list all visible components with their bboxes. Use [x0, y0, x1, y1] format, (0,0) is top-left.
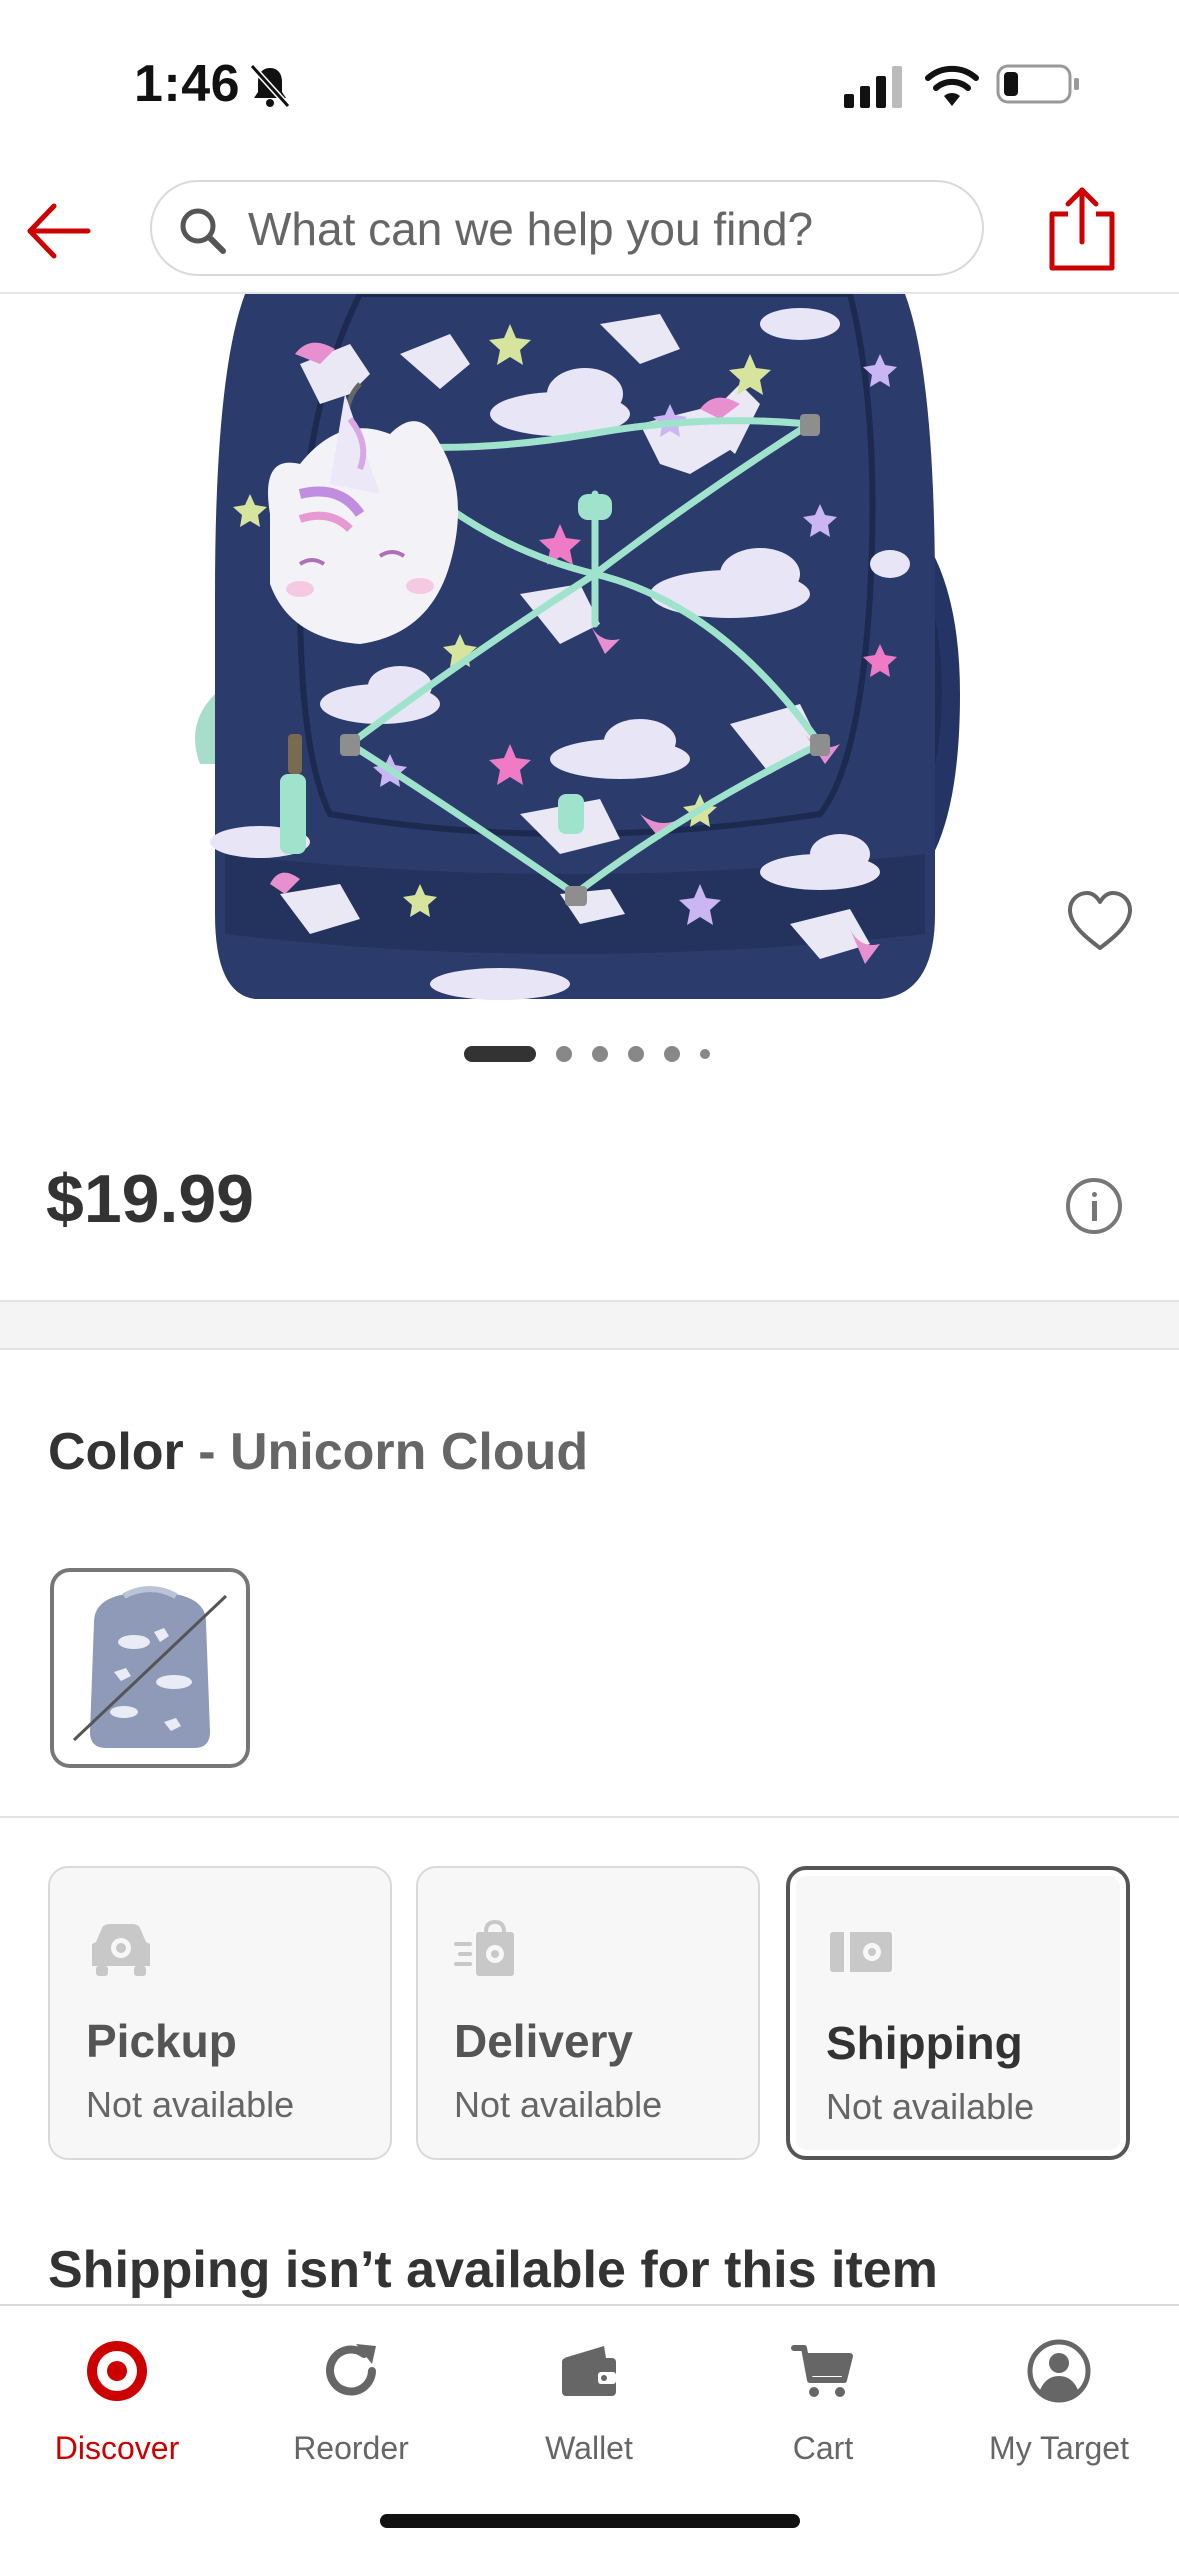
- wallet-icon: [562, 2346, 616, 2396]
- battery-icon: [996, 64, 1079, 104]
- status-time: 1:46: [134, 55, 241, 113]
- tab-discover[interactable]: Discover: [2, 2326, 232, 2476]
- account-icon: [1027, 2339, 1091, 2403]
- card-status: Not available: [826, 2086, 1035, 2127]
- card-title: Shipping: [826, 2017, 1023, 2069]
- color-swatch-unicorn-cloud[interactable]: [50, 1568, 250, 1768]
- backpack-illustration: [195, 294, 960, 1000]
- reorder-icon: [326, 2344, 376, 2396]
- tab-label: My Target: [989, 2430, 1129, 2466]
- carousel-dot[interactable]: [700, 1049, 710, 1059]
- top-header: [0, 170, 1179, 294]
- section-divider: [0, 1816, 1179, 1818]
- card-status: Not available: [454, 2084, 663, 2125]
- carousel-dot[interactable]: [556, 1046, 572, 1062]
- card-title: Pickup: [86, 2015, 237, 2067]
- tab-label: Cart: [792, 2430, 854, 2466]
- tab-label: Discover: [54, 2430, 180, 2466]
- tab-wallet[interactable]: Wallet: [474, 2326, 704, 2476]
- card-status: Not available: [86, 2084, 295, 2125]
- image-carousel-indicator[interactable]: [464, 1046, 730, 1062]
- status-bar: 1:46: [0, 0, 1179, 170]
- card-title: Delivery: [454, 2015, 634, 2067]
- fulfillment-option-delivery[interactable]: Delivery Not available: [416, 1866, 760, 2160]
- carousel-dot[interactable]: [464, 1046, 536, 1062]
- color-value: Unicorn Cloud: [229, 1423, 589, 1481]
- delivery-bag-icon: [454, 1919, 514, 1976]
- tab-reorder[interactable]: Reorder: [236, 2326, 466, 2476]
- favorite-heart-icon[interactable]: [1064, 888, 1136, 954]
- search-bar[interactable]: [150, 180, 984, 276]
- wifi-icon: [925, 65, 979, 106]
- home-indicator[interactable]: [380, 2514, 800, 2528]
- product-price: $19.99: [46, 1161, 254, 1237]
- tab-my-target[interactable]: My Target: [944, 2326, 1174, 2476]
- tab-label: Wallet: [545, 2430, 633, 2466]
- cellular-signal-icon: [844, 66, 902, 108]
- share-icon[interactable]: [1046, 184, 1118, 272]
- fulfillment-option-pickup[interactable]: Pickup Not available: [48, 1866, 392, 2160]
- carousel-dot[interactable]: [664, 1046, 680, 1062]
- silent-bell-icon: [249, 63, 291, 109]
- shipping-unavailable-message: Shipping isn’t available for this item: [48, 2241, 938, 2299]
- pickup-car-icon: [92, 1924, 150, 1976]
- color-separator: -: [183, 1423, 230, 1481]
- color-heading: Color - Unicorn Cloud: [48, 1422, 588, 1482]
- info-icon[interactable]: [1066, 1178, 1122, 1234]
- carousel-dot[interactable]: [628, 1046, 644, 1062]
- section-divider: [0, 1300, 1179, 1350]
- cart-icon: [791, 2345, 853, 2397]
- carousel-dot[interactable]: [592, 1046, 608, 1062]
- backpack-thumbnail: [72, 1586, 228, 1748]
- search-input[interactable]: [248, 196, 948, 262]
- tab-label: Reorder: [293, 2430, 409, 2466]
- tab-cart[interactable]: Cart: [708, 2326, 938, 2476]
- fulfillment-option-shipping[interactable]: Shipping Not available: [786, 1866, 1130, 2160]
- target-logo-icon: [87, 2341, 147, 2401]
- search-icon: [180, 208, 226, 254]
- shipping-box-icon: [830, 1932, 892, 1972]
- product-image[interactable]: [0, 294, 1179, 1024]
- back-arrow-icon[interactable]: [24, 196, 94, 266]
- color-label: Color: [48, 1423, 184, 1481]
